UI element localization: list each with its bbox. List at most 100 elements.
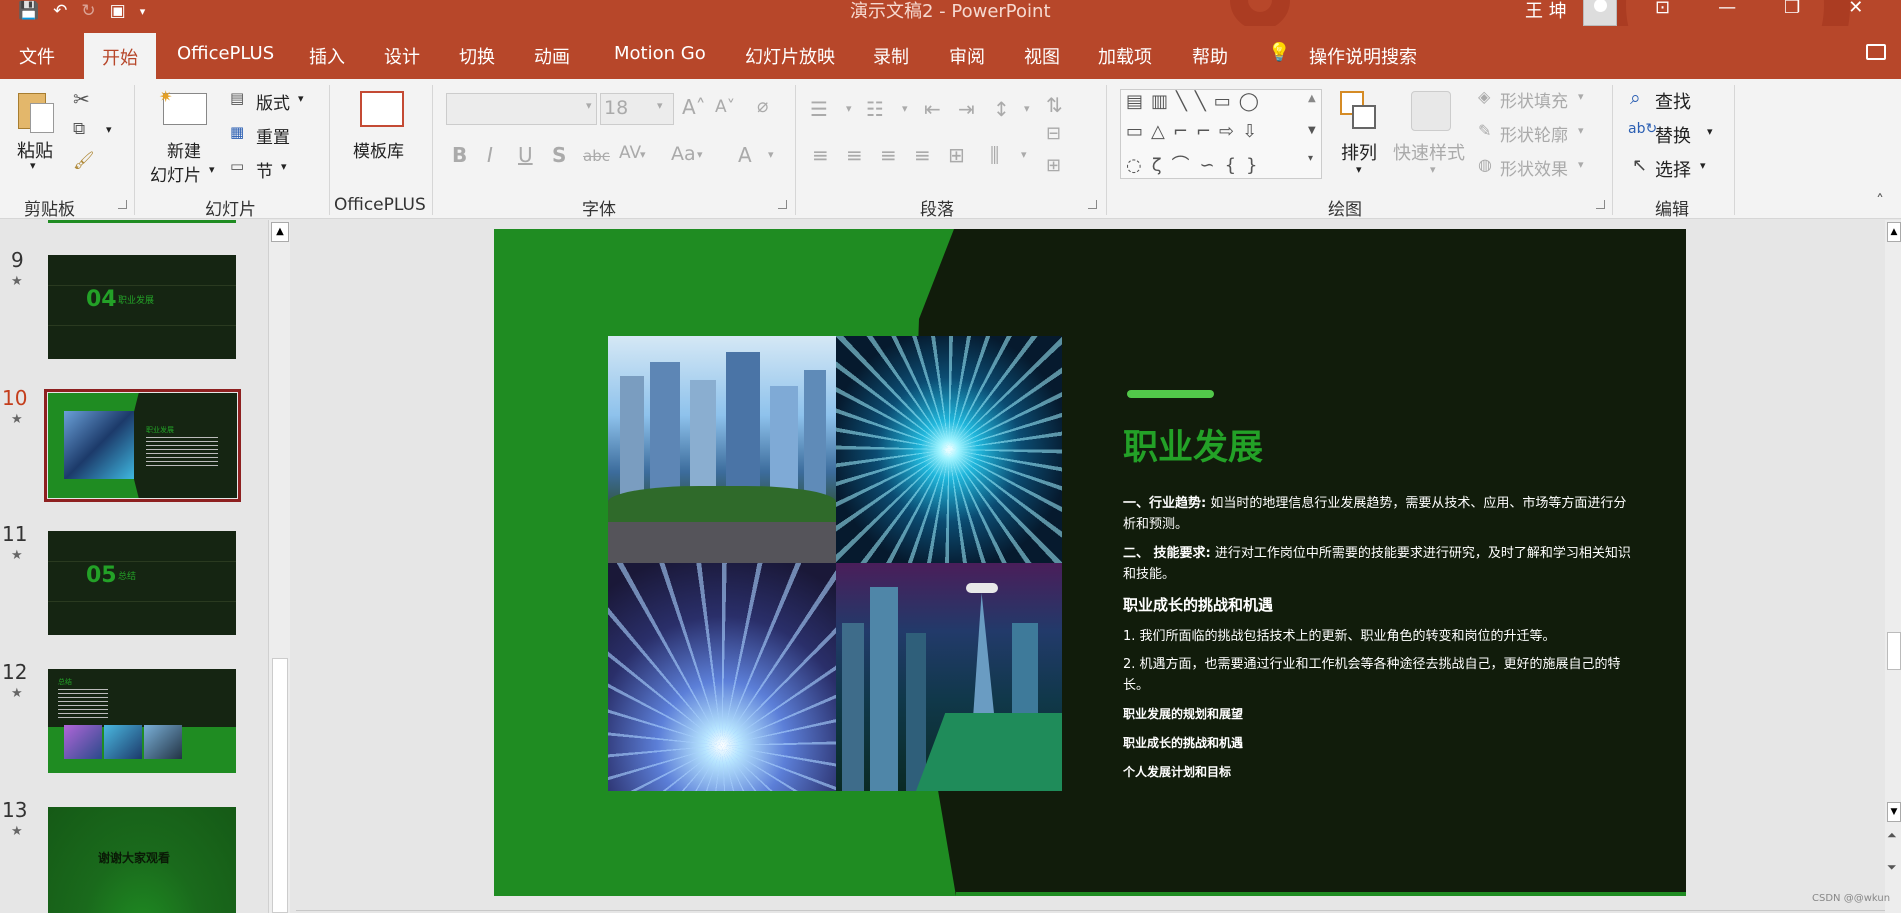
layout-button[interactable]: 版式 [256, 89, 290, 114]
avatar[interactable] [1583, 0, 1617, 26]
strikethrough-button[interactable]: abc [583, 147, 610, 165]
drawing-launcher-icon[interactable] [1596, 200, 1605, 209]
tab-review[interactable]: 审阅 [949, 43, 985, 69]
clipboard-launcher-icon[interactable] [118, 200, 127, 209]
bullets-icon[interactable]: ☰ [810, 97, 828, 121]
align-center-icon[interactable]: ≡ [846, 143, 863, 167]
align-left-icon[interactable]: ≡ [812, 143, 829, 167]
new-slide-dropdown-icon[interactable]: ▾ [209, 163, 215, 176]
cut-icon[interactable]: ✂ [73, 87, 90, 111]
shape-effects-button[interactable]: 形状效果 [1500, 155, 1568, 180]
gallery-up-icon[interactable]: ▲ [1308, 93, 1316, 104]
char-spacing-dropdown-icon[interactable]: ▾ [640, 148, 646, 161]
redo-icon[interactable]: ↻ [81, 1, 95, 21]
arrange-dropdown-icon[interactable]: ▾ [1356, 163, 1362, 176]
canvas-scrollbar[interactable]: ▲ ▼ ⏶ ⏷ [1885, 220, 1901, 913]
font-launcher-icon[interactable] [778, 200, 787, 209]
thumbnail-slide-11[interactable]: 05 总结 [48, 531, 236, 635]
ribbon-display-icon[interactable]: ⊡ [1655, 0, 1670, 18]
tab-addins[interactable]: 加载项 [1098, 43, 1152, 69]
section-button[interactable]: 节 [256, 157, 273, 182]
collapse-ribbon-icon[interactable]: ˄ [1876, 191, 1884, 210]
minimize-icon[interactable]: — [1718, 0, 1736, 18]
paragraph-launcher-icon[interactable] [1088, 200, 1097, 209]
italic-button[interactable]: I [487, 143, 493, 167]
gallery-more-icon[interactable]: ▾ [1308, 153, 1313, 164]
template-library-button[interactable]: 模板库 [353, 137, 404, 162]
quick-styles-button[interactable]: 快速样式 [1393, 139, 1465, 165]
change-case-dropdown-icon[interactable]: ▾ [697, 148, 703, 161]
user-name[interactable]: 王 坤 [1525, 0, 1567, 23]
new-slide-label-2[interactable]: 幻灯片 [150, 161, 201, 186]
template-library-icon[interactable] [360, 91, 404, 127]
bullets-dropdown-icon[interactable]: ▾ [846, 102, 852, 115]
numbering-dropdown-icon[interactable]: ▾ [902, 102, 908, 115]
grow-font-icon[interactable]: A˄ [682, 95, 706, 119]
font-color-dropdown-icon[interactable]: ▾ [768, 148, 774, 161]
tab-motion-go[interactable]: Motion Go [614, 43, 706, 64]
slide-bold-line-2[interactable]: 职业成长的挑战和机遇 [1123, 734, 1243, 751]
scroll-up-icon[interactable]: ▲ [1887, 222, 1901, 242]
tab-officeplus[interactable]: OfficePLUS [177, 43, 274, 64]
font-name-combobox[interactable] [446, 93, 597, 125]
tab-view[interactable]: 视图 [1024, 43, 1060, 69]
font-color-button[interactable]: A [738, 143, 752, 167]
shape-fill-button[interactable]: 形状填充 [1500, 87, 1568, 112]
tab-home[interactable]: 开始 [84, 33, 156, 79]
smartart-icon[interactable]: ⊞ [1046, 155, 1061, 176]
image-city-day[interactable] [608, 336, 836, 563]
change-case-button[interactable]: Aa [671, 143, 696, 165]
tab-file[interactable]: 文件 [19, 43, 55, 69]
tab-slideshow[interactable]: 幻灯片放映 [745, 43, 835, 69]
text-direction-icon[interactable]: ⇅ [1046, 93, 1063, 117]
slide-bold-line-3[interactable]: 个人发展计划和目标 [1123, 763, 1231, 780]
columns-dropdown-icon[interactable]: ▾ [1021, 148, 1027, 161]
select-dropdown-icon[interactable]: ▾ [1700, 159, 1706, 172]
current-slide[interactable]: 职业发展 一、行业趋势: 如当时的地理信息行业发展趋势，需要从技术、应用、市场等… [494, 229, 1686, 896]
paste-dropdown-icon[interactable]: ▾ [30, 159, 36, 172]
tab-insert[interactable]: 插入 [309, 43, 345, 69]
replace-button[interactable]: 替换 [1655, 122, 1691, 148]
scroll-up-icon[interactable]: ▲ [271, 222, 289, 242]
tell-me-search[interactable]: 操作说明搜索 [1309, 43, 1417, 69]
shadow-button[interactable]: S [552, 143, 566, 167]
tab-record[interactable]: 录制 [873, 43, 909, 69]
previous-slide-icon[interactable]: ⏶ [1887, 828, 1897, 843]
copy-dropdown-icon[interactable]: ▾ [106, 123, 112, 136]
scroll-down-icon[interactable]: ▼ [1887, 802, 1901, 822]
restore-icon[interactable]: ❐ [1784, 0, 1800, 18]
reset-button[interactable]: 重置 [256, 123, 290, 148]
image-futuristic-city[interactable] [836, 563, 1062, 791]
justify-icon[interactable]: ≡ [914, 143, 931, 167]
slide-bold-line-1[interactable]: 职业发展的规划和展望 [1123, 705, 1243, 722]
shape-fill-dropdown-icon[interactable]: ▾ [1578, 90, 1584, 103]
image-light-burst-1[interactable] [836, 336, 1062, 563]
close-icon[interactable]: ✕ [1848, 0, 1863, 18]
numbering-icon[interactable]: ☷ [866, 97, 884, 121]
line-spacing-dropdown-icon[interactable]: ▾ [1024, 102, 1030, 115]
bold-button[interactable]: B [452, 143, 467, 167]
tab-animations[interactable]: 动画 [534, 43, 570, 69]
copy-icon[interactable]: ⧉ [73, 119, 85, 139]
shrink-font-icon[interactable]: A˅ [715, 97, 735, 117]
slide-title[interactable]: 职业发展 [1123, 419, 1263, 470]
thumbnail-slide-13[interactable]: 谢谢大家观看 [48, 807, 236, 913]
layout-dropdown-icon[interactable]: ▾ [298, 92, 304, 105]
font-name-dropdown-icon[interactable]: ▾ [586, 99, 592, 112]
image-light-burst-2[interactable] [608, 563, 836, 791]
slide-subheading[interactable]: 职业成长的挑战和机遇 [1123, 594, 1273, 615]
arrange-button[interactable]: 排列 [1341, 139, 1377, 165]
section-dropdown-icon[interactable]: ▾ [281, 160, 287, 173]
quick-styles-icon[interactable] [1411, 91, 1451, 131]
char-spacing-button[interactable]: AV [619, 143, 641, 163]
thumbnail-slide-12[interactable]: 总结 [48, 669, 236, 773]
tab-design[interactable]: 设计 [384, 43, 420, 69]
shape-outline-button[interactable]: 形状轮廓 [1500, 121, 1568, 146]
align-text-icon[interactable]: ⊟ [1046, 123, 1061, 144]
shape-outline-dropdown-icon[interactable]: ▾ [1578, 124, 1584, 137]
undo-icon[interactable]: ↶ [53, 1, 67, 21]
next-slide-icon[interactable]: ⏷ [1887, 860, 1897, 875]
select-button[interactable]: 选择 [1655, 156, 1691, 182]
find-button[interactable]: 查找 [1655, 88, 1691, 114]
gallery-down-icon[interactable]: ▼ [1308, 125, 1316, 136]
